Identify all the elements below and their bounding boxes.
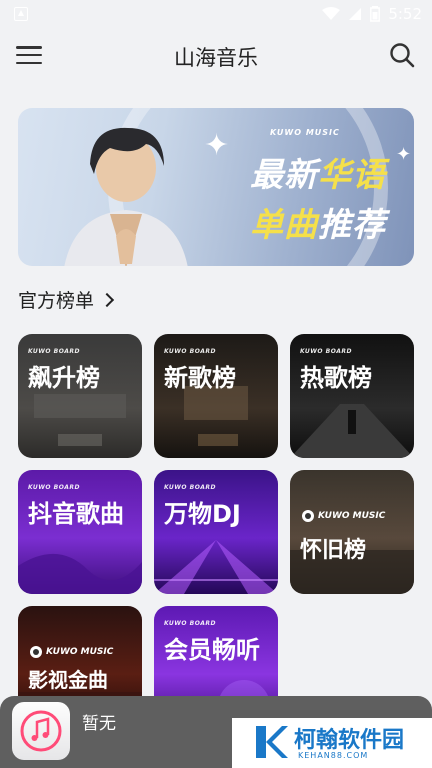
card-brand: KUWO BOARD [164,348,217,355]
status-bar: 5:52 [0,0,432,28]
card-title: 抖音歌曲 [28,500,124,528]
music-note-icon [20,710,62,752]
card-brand: KUWO MUSIC [46,647,114,657]
banner-text: 推荐 [318,205,386,244]
banner-headline-line2: 单曲推荐 [250,198,386,246]
watermark-text: 柯翰软件园 [294,728,405,753]
watermark-logo [256,726,288,758]
card-title: 新歌榜 [164,364,236,392]
notification-icon [14,7,28,21]
promo-banner[interactable]: ✦ ✦ KUWO MUSIC 最新华语 单曲推荐 [18,108,414,266]
chart-card[interactable]: KUWO BOARD 新歌榜 [154,334,278,458]
status-icons: 5:52 [322,4,422,24]
chart-card[interactable]: KUWO MUSIC 怀旧榜 [290,470,414,594]
card-title: 万物DJ [164,500,241,528]
card-brand: KUWO BOARD [164,484,217,491]
card-title: 影视金曲 [28,668,108,692]
search-icon[interactable] [388,41,416,69]
card-title: 会员畅听 [164,636,260,664]
card-brand: KUWO BOARD [164,620,217,627]
artist-photo [64,127,188,266]
card-brand: KUWO BOARD [28,348,81,355]
section-header-official-charts[interactable]: 官方榜单 [18,286,115,313]
kuwo-logo-icon [30,646,42,658]
app-header: 山海音乐 [0,28,432,84]
status-time: 5:52 [388,5,422,23]
section-title: 官方榜单 [18,290,95,312]
chart-card[interactable]: KUWO BOARD 飙升榜 [18,334,142,458]
banner-headline-line1: 最新华语 [250,148,386,196]
card-brand: KUWO BOARD [28,484,81,491]
card-title: 怀旧榜 [300,538,367,563]
card-brand: KUWO MUSIC [318,511,386,521]
page-title: 山海音乐 [174,46,258,70]
watermark-subtext: KEHAN88.COM [298,751,369,760]
chart-card[interactable]: KUWO BOARD 万物DJ [154,470,278,594]
card-title: 热歌榜 [300,364,372,392]
chart-card[interactable]: KUWO BOARD 抖音歌曲 [18,470,142,594]
banner-text: 最新 [250,155,318,194]
battery-icon [370,6,381,22]
sparkle-icon: ✦ [204,128,230,163]
card-brand: KUWO BOARD [300,348,353,355]
banner-highlight: 华语 [318,155,386,194]
signal-icon [349,8,362,20]
chart-card[interactable]: KUWO BOARD 热歌榜 [290,334,414,458]
kuwo-logo: KUWO MUSIC [302,510,385,522]
site-watermark: 柯翰软件园 KEHAN88.COM [232,718,432,768]
kuwo-logo: KUWO MUSIC [30,646,113,658]
banner-brand: KUWO MUSIC [270,128,340,137]
chevron-right-icon [99,292,115,307]
kuwo-logo-icon [302,510,314,522]
card-title: 飙升榜 [28,364,100,392]
wifi-icon [322,7,341,20]
player-title: 暂无 [82,714,116,734]
sparkle-icon: ✦ [396,144,412,165]
banner-highlight: 单曲 [250,205,318,244]
player-artwork[interactable] [12,702,70,760]
